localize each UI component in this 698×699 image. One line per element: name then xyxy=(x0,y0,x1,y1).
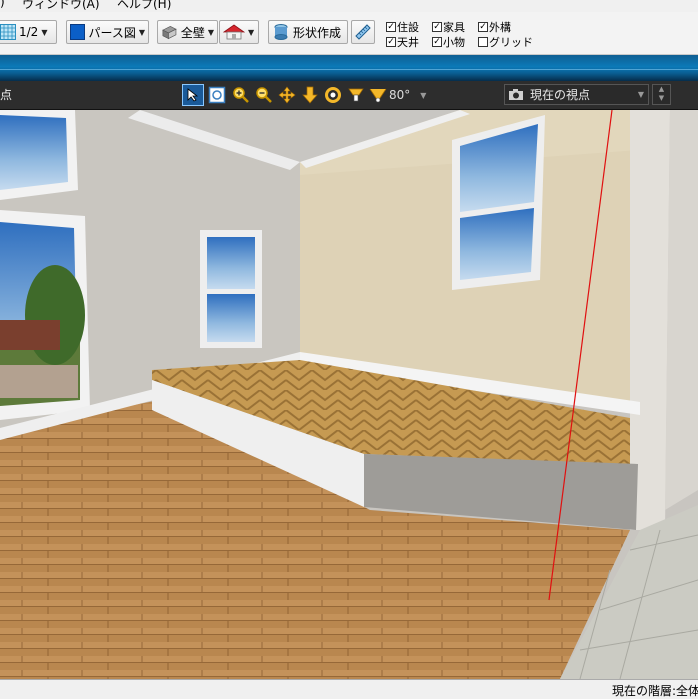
option-furniture[interactable]: ✓ 家具 xyxy=(432,19,465,35)
wall-icon xyxy=(162,26,177,40)
viewbar-left-label: 点 xyxy=(0,88,13,102)
viewpoint-spinner[interactable]: ▲ ▼ xyxy=(652,84,671,105)
walk-down-icon[interactable] xyxy=(299,84,321,106)
view-mode-dropdown[interactable]: パース図 ▼ xyxy=(66,20,149,44)
viewpoint-dropdown[interactable]: 現在の視点 ▼ xyxy=(504,84,649,105)
checkbox-unchecked-icon[interactable] xyxy=(478,37,488,47)
fov-control[interactable]: 80° ▼ xyxy=(369,84,429,106)
shape-create-button[interactable]: 形状作成 xyxy=(268,20,348,44)
option-ceiling[interactable]: ✓ 天井 xyxy=(386,34,419,50)
menu-item-prev[interactable]: ) xyxy=(0,0,5,9)
measure-button[interactable] xyxy=(351,20,375,44)
checkbox-checked-icon[interactable]: ✓ xyxy=(432,22,442,32)
wall-label: 全壁 xyxy=(180,25,205,40)
fit-view-icon[interactable] xyxy=(206,84,228,106)
orbit-icon[interactable] xyxy=(322,84,344,106)
view-mode-label: パース図 xyxy=(88,25,136,40)
main-toolbar: 1/2 ▼ パース図 ▼ 全壁 ▼ ▼ 形状作成 ✓ 住設 ✓ 家具 ✓ 外構 … xyxy=(0,12,698,55)
chevron-up-icon[interactable]: ▲ xyxy=(653,85,670,94)
title-strip xyxy=(0,55,698,81)
option-label: 天井 xyxy=(397,36,419,49)
scale-dropdown[interactable]: 1/2 ▼ xyxy=(0,20,57,44)
zoom-out-icon[interactable] xyxy=(253,84,275,106)
viewpoint-label: 現在の視点 xyxy=(530,88,591,102)
chevron-down-icon: ▼ xyxy=(41,27,48,37)
roof-dropdown[interactable]: ▼ xyxy=(219,20,259,44)
chevron-down-icon: ▼ xyxy=(420,90,427,100)
field-of-view-icon xyxy=(369,88,387,103)
wall-display-dropdown[interactable]: 全壁 ▼ xyxy=(157,20,218,44)
option-small-items[interactable]: ✓ 小物 xyxy=(432,34,465,50)
status-bar: 現在の階層:全体 xyxy=(0,679,698,699)
checkbox-checked-icon[interactable]: ✓ xyxy=(386,37,396,47)
view-toolbar: 点 80° ▼ 現在の視点 ▼ ▲ ▼ xyxy=(0,81,698,110)
fov-value: 80° xyxy=(389,88,411,102)
perspective-icon xyxy=(70,24,86,40)
ruler-icon xyxy=(355,24,371,40)
chevron-down-icon: ▼ xyxy=(248,27,255,37)
checkbox-checked-icon[interactable]: ✓ xyxy=(432,37,442,47)
option-label: 住設 xyxy=(397,21,419,34)
option-label: 小物 xyxy=(443,36,465,49)
menu-item-help[interactable]: ヘルプ(H) xyxy=(117,0,171,12)
checkbox-checked-icon[interactable]: ✓ xyxy=(478,22,488,32)
chevron-down-icon[interactable]: ▼ xyxy=(653,94,670,103)
camera-icon xyxy=(509,89,523,100)
cylinder-icon xyxy=(274,24,288,40)
current-floor-status: 現在の階層:全体 xyxy=(611,684,698,698)
option-label: 家具 xyxy=(443,21,465,34)
camera-lamp-icon[interactable] xyxy=(345,84,367,106)
option-exterior[interactable]: ✓ 外構 xyxy=(478,19,511,35)
chevron-down-icon: ▼ xyxy=(138,27,145,37)
option-grid[interactable]: グリッド xyxy=(478,34,533,50)
option-label: 外構 xyxy=(489,21,511,34)
menu-bar: ) ウィンドウ(A) ヘルプ(H) xyxy=(0,0,698,12)
pan-icon[interactable] xyxy=(276,84,298,106)
chevron-down-icon: ▼ xyxy=(207,27,214,37)
scale-label: 1/2 xyxy=(19,25,39,39)
cursor-arrow-icon[interactable] xyxy=(182,84,204,106)
zoom-in-icon[interactable] xyxy=(230,84,252,106)
chevron-down-icon: ▼ xyxy=(637,90,644,99)
3d-scene xyxy=(0,110,698,679)
roof-icon xyxy=(223,24,245,40)
menu-item-window[interactable]: ウィンドウ(A) xyxy=(22,0,100,12)
option-fixtures[interactable]: ✓ 住設 xyxy=(386,19,419,35)
checkbox-checked-icon[interactable]: ✓ xyxy=(386,22,396,32)
shape-create-label: 形状作成 xyxy=(293,25,342,40)
grid-icon xyxy=(0,24,16,40)
option-label: グリッド xyxy=(489,36,533,49)
3d-viewport[interactable] xyxy=(0,110,698,679)
